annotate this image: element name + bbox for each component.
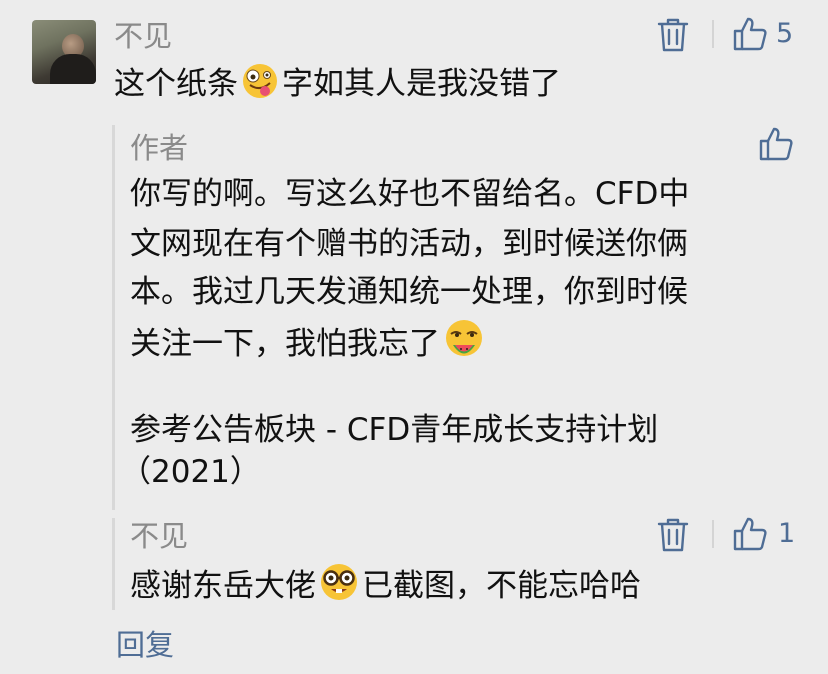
avatar[interactable]: [32, 20, 96, 84]
sub-reply-like-count: 1: [778, 518, 796, 549]
trash-icon[interactable]: [656, 16, 690, 54]
sub-reply-text-before: 感谢东岳大佬: [130, 568, 316, 604]
reply-line-3: 本。我过几天发通知统一处理，你到时候: [130, 274, 688, 310]
comment-text: 这个纸条 字如其人是我没错了: [114, 62, 561, 104]
comment-author: 不见: [114, 19, 173, 53]
watermelon-face-emoji: [446, 320, 482, 356]
thumbs-up-icon[interactable]: [758, 126, 794, 162]
reply-thread-bar: [112, 125, 115, 510]
reply-line-1: 你写的啊。写这么好也不留给名。CFD中: [130, 176, 690, 212]
reply-link[interactable]: 回复: [116, 626, 174, 664]
divider: [712, 520, 714, 548]
reply-line-4: 关注一下，我怕我忘了: [130, 318, 488, 364]
sub-reply-text-after: 已截图，不能忘哈哈: [362, 568, 641, 604]
reply-line-4-text: 关注一下，我怕我忘了: [130, 326, 440, 362]
thumbs-up-icon[interactable]: [732, 516, 768, 552]
author-badge: 作者: [130, 131, 189, 165]
reply-line-6: （2021）: [120, 454, 261, 490]
divider: [712, 20, 714, 48]
like-count: 5: [776, 18, 794, 49]
reply-thread-bar: [112, 518, 115, 610]
avatar-body: [50, 54, 96, 84]
reply-line-5: 参考公告板块 - CFD青年成长支持计划: [130, 412, 659, 448]
reply-line-2: 文网现在有个赠书的活动，到时候送你俩: [130, 226, 688, 262]
thumbs-up-icon[interactable]: [732, 16, 768, 52]
nerd-face-emoji: [321, 564, 357, 600]
zany-face-emoji: [243, 64, 277, 98]
comment-text-after: 字如其人是我没错了: [282, 66, 561, 102]
sub-reply-author: 不见: [130, 519, 189, 553]
sub-reply-text: 感谢东岳大佬 已截图，不能忘哈哈: [130, 562, 641, 606]
comment-text-before: 这个纸条: [114, 66, 238, 102]
trash-icon[interactable]: [656, 516, 690, 554]
